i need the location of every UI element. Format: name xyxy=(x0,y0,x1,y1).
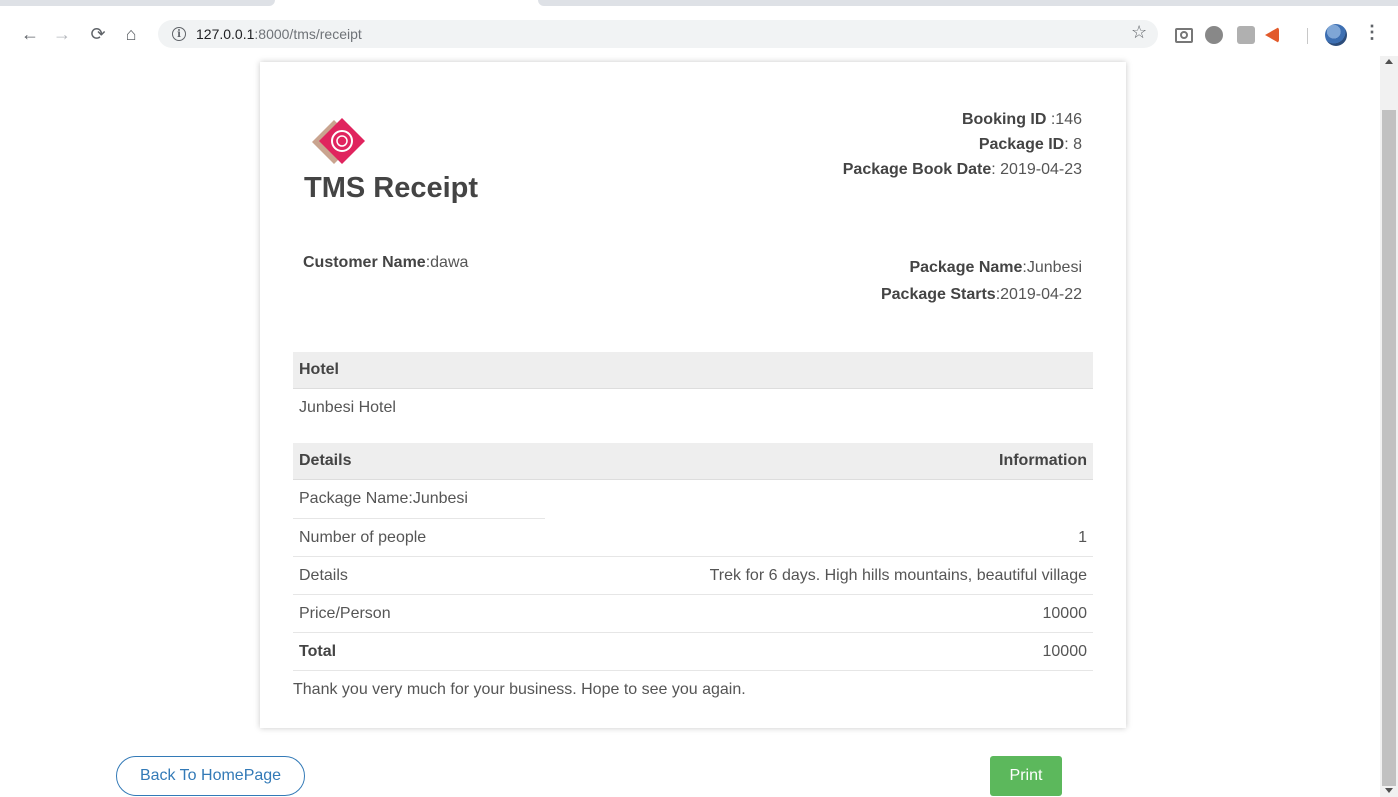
row-value: 1 xyxy=(1078,528,1087,546)
booking-id-label: Booking ID xyxy=(961,111,1047,128)
back-arrow-icon[interactable]: ← xyxy=(18,22,42,46)
home-icon[interactable]: ⌂ xyxy=(119,22,143,46)
forward-arrow-icon[interactable]: → xyxy=(50,22,74,46)
total-value: 10000 xyxy=(1042,642,1088,660)
package-starts-value: :2019-04-22 xyxy=(995,286,1082,303)
package-id-value: : 8 xyxy=(1064,136,1082,153)
thank-you-note: Thank you very much for your business. H… xyxy=(293,681,746,698)
package-name-label: Package Name xyxy=(909,259,1023,276)
row-value: Trek for 6 days. High hills mountains, b… xyxy=(709,566,1087,584)
back-to-homepage-button[interactable]: Back To HomePage xyxy=(116,756,305,796)
browser-toolbar: ← → ⟳ ⌂ i 127.0.0.1:8000/tms/receipt ☆ ⋮ xyxy=(0,14,1398,56)
tab-right[interactable] xyxy=(538,0,1398,6)
total-label: Total xyxy=(299,642,337,660)
address-bar[interactable]: i 127.0.0.1:8000/tms/receipt xyxy=(158,20,1158,48)
book-date-value: : 2019-04-23 xyxy=(991,161,1082,178)
package-name-line: Package Name:Junbesi xyxy=(881,254,1082,281)
facebook-extension-icon[interactable] xyxy=(1237,26,1255,44)
receipt-card: TMS Receipt Booking ID :146 Package ID: … xyxy=(260,62,1126,728)
tab-left[interactable] xyxy=(0,0,275,6)
camera-extension-icon[interactable] xyxy=(1175,28,1193,43)
customer-label: Customer Name xyxy=(303,254,426,271)
page-viewport: TMS Receipt Booking ID :146 Package ID: … xyxy=(0,56,1398,797)
row-label: Number of people xyxy=(299,528,427,546)
tms-logo-icon xyxy=(312,118,365,164)
package-meta: Package Name:Junbesi Package Starts:2019… xyxy=(881,254,1082,308)
scroll-down-arrow-icon[interactable] xyxy=(1385,788,1393,793)
table-row: Price/Person 10000 xyxy=(293,595,1093,633)
browser-menu-icon[interactable]: ⋮ xyxy=(1363,22,1381,43)
megaphone-extension-icon[interactable] xyxy=(1265,27,1279,43)
hotel-row: Junbesi Hotel xyxy=(293,389,1093,427)
package-id-label: Package ID xyxy=(978,136,1065,153)
profile-avatar-icon[interactable] xyxy=(1325,24,1347,46)
row-label: Package Name:Junbesi xyxy=(299,490,468,507)
film-extension-icon[interactable] xyxy=(1205,26,1223,44)
book-date-label: Package Book Date xyxy=(842,161,992,178)
table-row: Details Trek for 6 days. High hills moun… xyxy=(293,557,1093,595)
scroll-up-arrow-icon[interactable] xyxy=(1385,59,1393,64)
hotel-value: Junbesi Hotel xyxy=(299,399,396,416)
url-path: :8000/tms/receipt xyxy=(254,26,362,42)
package-starts-label: Package Starts xyxy=(880,286,996,303)
print-button[interactable]: Print xyxy=(990,756,1062,796)
row-label: Price/Person xyxy=(299,604,391,622)
hotel-table: Hotel Junbesi Hotel xyxy=(293,352,1093,427)
receipt-title: TMS Receipt xyxy=(304,172,479,204)
information-header-label: Information xyxy=(999,452,1087,469)
info-icon[interactable]: i xyxy=(172,27,186,41)
package-starts-line: Package Starts:2019-04-22 xyxy=(881,281,1082,308)
booking-id-value: :146 xyxy=(1046,111,1082,128)
row-label: Details xyxy=(299,566,348,584)
vertical-scrollbar[interactable] xyxy=(1380,56,1398,797)
package-id-line: Package ID: 8 xyxy=(843,132,1082,157)
book-date-line: Package Book Date: 2019-04-23 xyxy=(843,157,1082,182)
customer-value: :dawa xyxy=(425,254,469,271)
details-header: Details Information xyxy=(293,443,1093,480)
details-header-label: Details xyxy=(299,452,352,469)
package-name-value: :Junbesi xyxy=(1022,259,1082,276)
customer-line: Customer Name:dawa xyxy=(303,254,468,272)
details-table: Details Information Package Name:Junbesi… xyxy=(293,443,1093,671)
booking-meta: Booking ID :146 Package ID: 8 Package Bo… xyxy=(843,107,1082,182)
table-row: Number of people 1 xyxy=(293,519,1093,557)
reload-icon[interactable]: ⟳ xyxy=(86,22,110,46)
url-text[interactable]: 127.0.0.1:8000/tms/receipt xyxy=(196,26,362,42)
hotel-header-label: Hotel xyxy=(299,361,339,378)
booking-id-line: Booking ID :146 xyxy=(843,107,1082,132)
scroll-thumb[interactable] xyxy=(1382,110,1396,786)
toolbar-divider xyxy=(1307,28,1308,44)
table-row: Package Name:Junbesi xyxy=(293,480,1093,518)
tab-strip xyxy=(0,0,1398,14)
hotel-header: Hotel xyxy=(293,352,1093,389)
total-row: Total 10000 xyxy=(293,633,1093,671)
row-value: 10000 xyxy=(1042,604,1088,622)
bookmark-star-icon[interactable]: ☆ xyxy=(1131,22,1147,43)
url-host: 127.0.0.1 xyxy=(196,26,255,42)
